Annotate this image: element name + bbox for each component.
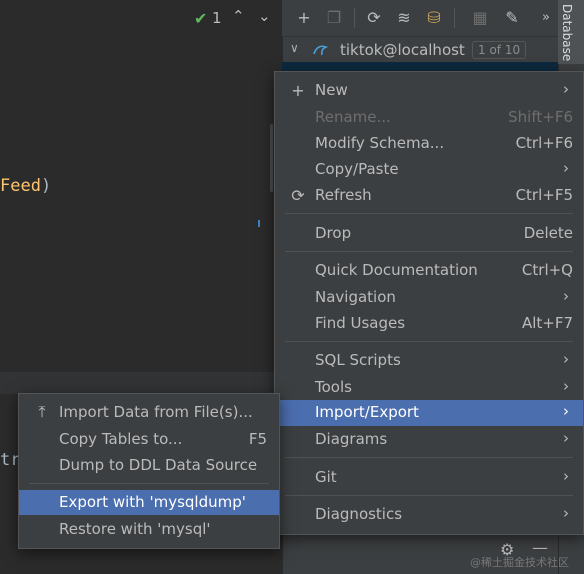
menu-item-label: Copy/Paste bbox=[315, 160, 399, 178]
menu-item-label: Git bbox=[315, 468, 337, 486]
edit-icon[interactable]: ✎ bbox=[502, 8, 522, 28]
menu-item-label: Modify Schema... bbox=[315, 134, 445, 152]
menu-item-diagnostics[interactable]: Diagnostics › bbox=[275, 502, 583, 526]
table-icon[interactable]: ▦ bbox=[470, 8, 490, 28]
menu-item-label: Navigation bbox=[315, 288, 396, 306]
tree-item-connection[interactable]: ∨ tiktok@localhost 1 of 10 bbox=[282, 38, 558, 62]
database-side-tab-label: Database bbox=[560, 4, 574, 62]
menu-item-label: Refresh bbox=[315, 186, 372, 204]
menu-separator bbox=[285, 495, 573, 496]
menu-item-refresh[interactable]: ⟳ Refresh Ctrl+F5 bbox=[275, 183, 583, 207]
chevron-right-icon: › bbox=[563, 429, 569, 447]
menu-item-import-export[interactable]: Import/Export › bbox=[275, 400, 583, 426]
chevron-right-icon: › bbox=[563, 80, 569, 98]
menu-item-shortcut: Ctrl+F5 bbox=[515, 186, 573, 204]
submenu-item-dump-ddl[interactable]: Dump to DDL Data Source bbox=[19, 453, 279, 477]
menu-item-modify-schema[interactable]: Modify Schema... Ctrl+F6 bbox=[275, 131, 583, 155]
chevron-right-icon: › bbox=[563, 350, 569, 368]
submenu-item-label: Copy Tables to... bbox=[59, 430, 183, 448]
menu-item-shortcut: Delete bbox=[523, 224, 573, 242]
chevron-right-icon: › bbox=[563, 402, 569, 420]
copy-icon[interactable]: ❐ bbox=[324, 8, 344, 28]
editor-tab-band bbox=[0, 372, 280, 394]
chevron-right-icon: › bbox=[563, 287, 569, 305]
chevron-up-icon[interactable]: ⌃ bbox=[232, 7, 245, 25]
menu-item-tools[interactable]: Tools › bbox=[275, 375, 583, 399]
menu-item-quick-documentation[interactable]: Quick Documentation Ctrl+Q bbox=[275, 258, 583, 282]
menu-item-label: Drop bbox=[315, 224, 352, 242]
menu-item-rename[interactable]: Rename... Shift+F6 bbox=[275, 105, 583, 129]
submenu-separator bbox=[29, 483, 269, 484]
add-icon[interactable]: + bbox=[294, 8, 314, 28]
menu-item-new[interactable]: + New › bbox=[275, 78, 583, 102]
menu-separator bbox=[285, 457, 573, 458]
schema-icon[interactable]: ≋ bbox=[394, 8, 414, 28]
chevron-down-icon[interactable]: ⌄ bbox=[258, 7, 271, 25]
database-side-tab[interactable]: Database bbox=[558, 0, 584, 64]
menu-item-drop[interactable]: Drop Delete bbox=[275, 221, 583, 245]
menu-item-label: Import/Export bbox=[315, 403, 419, 421]
inspection-count: 1 bbox=[212, 9, 222, 27]
connection-label: tiktok@localhost bbox=[340, 41, 465, 59]
submenu-item-label: Dump to DDL Data Source bbox=[59, 456, 258, 474]
menu-separator bbox=[285, 341, 573, 342]
code-line: Feed) bbox=[0, 176, 51, 196]
submenu-item-label: Restore with 'mysql' bbox=[59, 520, 211, 538]
import-export-submenu: ⤒ Import Data from File(s)... Copy Table… bbox=[18, 393, 280, 549]
refresh-icon[interactable]: ⟳ bbox=[364, 8, 384, 28]
code-paren: ) bbox=[40, 176, 52, 196]
menu-item-shortcut: Ctrl+Q bbox=[521, 261, 573, 279]
inspection-check-icon[interactable]: ✔ bbox=[194, 9, 207, 28]
menu-item-label: Diagnostics bbox=[315, 505, 403, 523]
submenu-item-shortcut: F5 bbox=[248, 430, 267, 448]
watermark: @稀土掘金技术社区 bbox=[470, 556, 569, 569]
menu-item-find-usages[interactable]: Find Usages Alt+F7 bbox=[275, 311, 583, 335]
menu-separator bbox=[285, 251, 573, 252]
menu-item-shortcut: Shift+F6 bbox=[508, 108, 573, 126]
gutter-marker bbox=[258, 220, 260, 227]
plus-icon: + bbox=[291, 81, 305, 100]
menu-item-shortcut: Alt+F7 bbox=[521, 314, 573, 332]
submenu-item-label: Export with 'mysqldump' bbox=[59, 493, 246, 511]
submenu-item-export-mysqldump[interactable]: Export with 'mysqldump' bbox=[19, 490, 279, 515]
menu-item-label: Rename... bbox=[315, 108, 391, 126]
chevron-down-icon[interactable]: ∨ bbox=[290, 41, 299, 55]
menu-item-navigation[interactable]: Navigation › bbox=[275, 285, 583, 309]
submenu-item-label: Import Data from File(s)... bbox=[59, 403, 253, 421]
chevron-right-icon: › bbox=[563, 504, 569, 522]
menu-item-label: SQL Scripts bbox=[315, 351, 401, 369]
menu-item-label: Quick Documentation bbox=[315, 261, 478, 279]
refresh-icon: ⟳ bbox=[291, 186, 305, 205]
menu-item-label: New bbox=[315, 81, 348, 99]
menu-item-shortcut: Ctrl+F6 bbox=[515, 134, 573, 152]
menu-item-git[interactable]: Git › bbox=[275, 465, 583, 489]
menu-item-copy-paste[interactable]: Copy/Paste › bbox=[275, 157, 583, 181]
menu-separator bbox=[285, 213, 573, 214]
submenu-item-copy-tables[interactable]: Copy Tables to... F5 bbox=[19, 427, 279, 451]
more-icon[interactable]: » bbox=[536, 8, 556, 28]
toolbar-divider bbox=[354, 8, 355, 28]
menu-item-label: Find Usages bbox=[315, 314, 406, 332]
connection-badge: 1 of 10 bbox=[472, 41, 527, 59]
context-menu: + New › Rename... Shift+F6 Modify Schema… bbox=[274, 71, 584, 535]
code-identifier: Feed bbox=[0, 176, 41, 196]
menu-item-label: Diagrams bbox=[315, 430, 388, 448]
mysql-icon bbox=[313, 45, 328, 56]
chevron-right-icon: › bbox=[563, 377, 569, 395]
database-icon[interactable]: ⛁ bbox=[424, 8, 444, 28]
submenu-item-restore-mysql[interactable]: Restore with 'mysql' bbox=[19, 517, 279, 541]
chevron-right-icon: › bbox=[563, 467, 569, 485]
import-upload-icon: ⤒ bbox=[38, 402, 46, 421]
submenu-item-import-data[interactable]: ⤒ Import Data from File(s)... bbox=[19, 400, 279, 424]
editor-scrollbar[interactable] bbox=[270, 124, 273, 192]
database-toolbar: + ❐ ⟳ ≋ ⛁ ▦ ✎ » bbox=[282, 0, 558, 37]
menu-item-diagrams[interactable]: Diagrams › bbox=[275, 427, 583, 451]
menu-item-sql-scripts[interactable]: SQL Scripts › bbox=[275, 348, 583, 372]
chevron-right-icon: › bbox=[563, 159, 569, 177]
menu-item-label: Tools bbox=[315, 378, 352, 396]
toolbar-divider bbox=[454, 8, 455, 28]
